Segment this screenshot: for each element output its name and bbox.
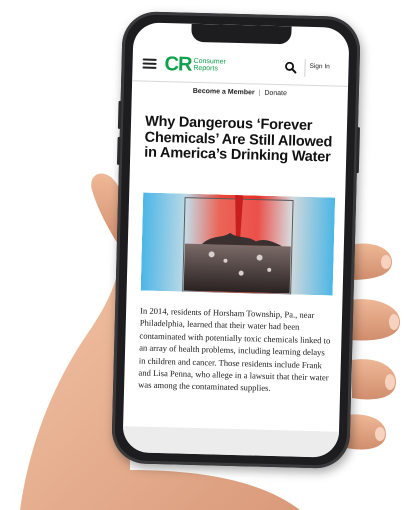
logo-wordmark: Consumer Reports — [193, 57, 226, 73]
phone-side-button — [116, 136, 121, 165]
header-divider — [304, 58, 306, 77]
article-headline: Why Dangerous ‘Forever Chemicals’ Are St… — [144, 113, 333, 166]
donate-link[interactable]: Donate — [264, 90, 287, 98]
article-body: In 2014, residents of Horsham Township, … — [138, 305, 331, 394]
consumer-reports-logo[interactable]: CR Consumer Reports — [164, 53, 226, 76]
member-bar-separator: | — [258, 89, 261, 97]
become-member-link[interactable]: Become a Member — [193, 88, 255, 97]
logo-mark: CR — [164, 53, 192, 76]
phone-screen: CR Consumer Reports Sign In Become a Mem… — [122, 22, 350, 458]
search-button[interactable] — [278, 56, 303, 79]
search-icon — [285, 61, 297, 74]
article-hero-image — [140, 192, 336, 296]
sign-in-link[interactable]: Sign In — [309, 63, 329, 71]
phone-side-button — [117, 100, 122, 129]
phone-notch — [191, 23, 292, 45]
screen-bottom-area — [122, 426, 340, 458]
site-header: CR Consumer Reports Sign In — [132, 46, 349, 87]
hamburger-menu-icon[interactable] — [142, 58, 157, 69]
logo-line-2: Reports — [193, 64, 218, 73]
phone-device: CR Consumer Reports Sign In Become a Mem… — [111, 10, 361, 470]
